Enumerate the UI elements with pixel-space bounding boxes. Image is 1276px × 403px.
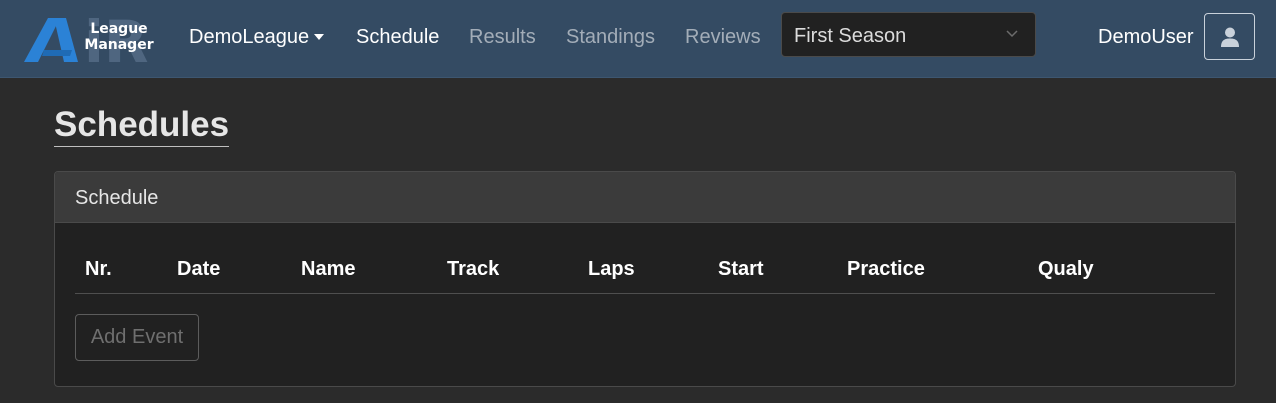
chevron-down-icon xyxy=(1006,30,1018,38)
schedule-card-title: Schedule xyxy=(75,187,159,209)
column-header-nr: Nr. xyxy=(85,258,112,280)
top-navbar: iR League Manager DemoLeague Schedule Re… xyxy=(0,0,1276,78)
user-menu-button[interactable] xyxy=(1204,13,1255,60)
page-title: Schedules xyxy=(54,104,230,147)
table-header-divider xyxy=(75,293,1215,294)
schedule-card-header: Schedule xyxy=(55,172,1235,223)
add-event-button[interactable]: Add Event xyxy=(75,314,199,361)
caret-down-icon xyxy=(314,34,325,40)
column-header-start: Start xyxy=(718,258,764,280)
column-header-date: Date xyxy=(177,258,221,280)
season-select[interactable]: First Season xyxy=(781,12,1036,57)
league-dropdown-label: DemoLeague xyxy=(189,26,310,48)
column-header-qualy: Qualy xyxy=(1038,258,1094,280)
nav-link-reviews[interactable]: Reviews xyxy=(685,24,761,50)
logo-line-manager: Manager xyxy=(84,37,154,53)
league-dropdown[interactable]: DemoLeague xyxy=(189,24,325,50)
nav-link-results[interactable]: Results xyxy=(469,24,536,50)
logo-line-league: League xyxy=(90,21,148,37)
nav-link-standings[interactable]: Standings xyxy=(566,24,655,50)
season-select-value: First Season xyxy=(794,25,907,47)
username: DemoUser xyxy=(1098,26,1194,48)
column-header-track: Track xyxy=(447,258,500,280)
column-header-laps: Laps xyxy=(588,258,635,280)
user-icon xyxy=(1221,27,1239,47)
league-manager-logo[interactable]: iR League Manager xyxy=(24,12,158,66)
logo-text: League Manager xyxy=(80,21,158,53)
nav-link-schedule[interactable]: Schedule xyxy=(356,24,439,50)
schedule-card: Schedule Nr. Date Name Track Laps Start … xyxy=(54,171,1236,387)
column-header-practice: Practice xyxy=(847,258,925,280)
column-header-name: Name xyxy=(301,258,356,280)
